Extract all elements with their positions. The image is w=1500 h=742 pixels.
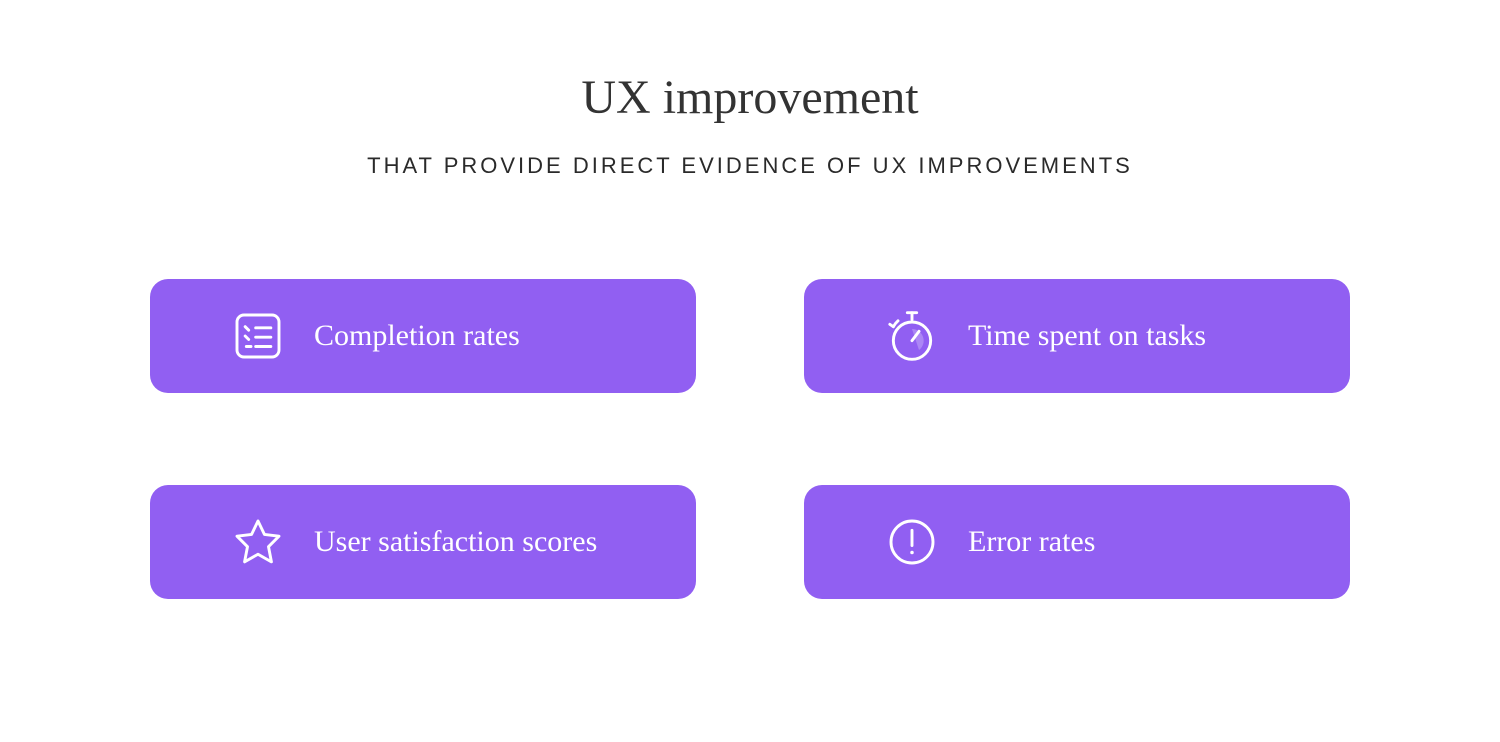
metrics-grid: Completion rates Time spent on tasks Use…	[150, 279, 1350, 599]
metric-card-satisfaction: User satisfaction scores	[150, 485, 696, 599]
metric-card-completion-rates: Completion rates	[150, 279, 696, 393]
metric-label: Time spent on tasks	[968, 319, 1206, 353]
metric-label: User satisfaction scores	[314, 525, 597, 559]
metric-label: Error rates	[968, 525, 1095, 559]
metric-card-error-rates: Error rates	[804, 485, 1350, 599]
error-icon	[884, 514, 940, 570]
page-title: UX improvement	[581, 70, 918, 125]
star-icon	[230, 514, 286, 570]
page-subtitle: THAT PROVIDE DIRECT EVIDENCE OF UX IMPRO…	[367, 153, 1133, 179]
stopwatch-icon	[884, 308, 940, 364]
metric-card-time-spent: Time spent on tasks	[804, 279, 1350, 393]
metric-label: Completion rates	[314, 319, 520, 353]
checklist-icon	[230, 308, 286, 364]
